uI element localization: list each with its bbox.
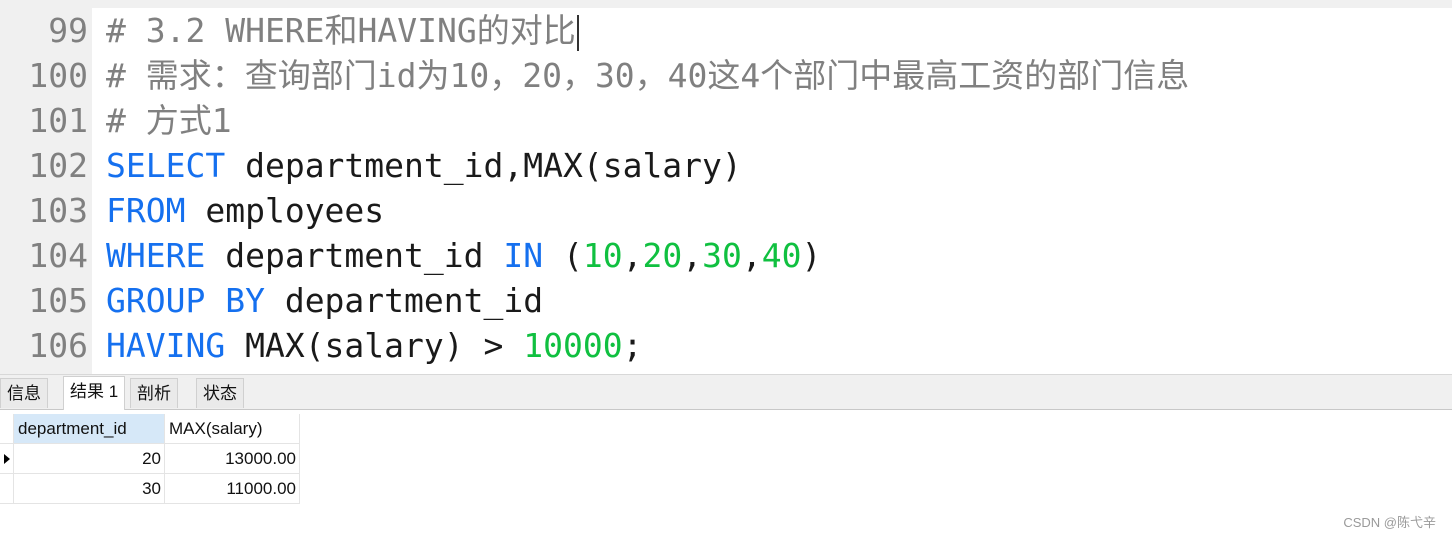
row-indicator[interactable] [0,474,14,504]
tab-profile[interactable]: 剖析 [130,378,178,408]
sql-comment: # 3.2 WHERE和HAVING的对比 [106,11,576,50]
code-text[interactable]: WHERE department_id IN (10,20,30,40) [106,233,821,278]
code-text[interactable]: # 3.2 WHERE和HAVING的对比 [106,8,579,53]
sql-keyword: HAVING [106,326,226,365]
sql-number: 10000 [523,326,623,365]
sql-text: department_id [205,236,504,275]
code-line[interactable]: 104 WHERE department_id IN (10,20,30,40) [0,233,1452,278]
line-number: 102 [28,146,88,185]
code-line[interactable]: 105 GROUP BY department_id [0,278,1452,323]
sql-keyword: GROUP BY [106,281,265,320]
sql-comment: # 方式1 [106,101,232,140]
tab-result-1[interactable]: 结果 1 [63,376,126,410]
code-text[interactable]: # 需求：查询部门id为10，20，30，40这4个部门中最高工资的部门信息 [106,53,1189,98]
sql-text: ( [543,236,583,275]
code-text[interactable]: HAVING MAX(salary) > 10000; [106,323,642,368]
sql-text: employees [185,191,385,230]
line-number: 100 [28,56,88,95]
sql-number: 40 [761,236,802,275]
line-number: 106 [28,326,88,365]
line-number: 99 [48,11,88,50]
sql-number: 10 [582,236,623,275]
code-line[interactable]: 103 FROM employees [0,188,1452,233]
sql-number: 30 [702,236,742,275]
tab-status[interactable]: 状态 [196,378,244,408]
sql-comment: # 需求：查询部门id为10，20，30，40这4个部门中最高工资的部门信息 [106,56,1190,95]
column-header-max-salary[interactable]: MAX(salary) [165,414,300,444]
cell-department-id[interactable]: 30 [14,474,165,504]
code-text[interactable]: FROM employees [106,188,384,233]
table-row[interactable]: 20 13000.00 [0,444,300,474]
sql-text: MAX(salary) > [225,326,524,365]
code-text[interactable]: SELECT department_id,MAX(salary) [106,143,742,188]
sql-text: ; [622,326,643,365]
sql-text: , [622,236,643,275]
line-number: 103 [28,191,88,230]
sql-keyword: FROM [106,191,186,230]
cell-department-id[interactable]: 20 [14,444,165,474]
editor-top-strip [0,0,1452,8]
grid-header-row: department_id MAX(salary) [0,414,300,444]
column-header-department-id[interactable]: department_id [14,414,165,444]
code-line[interactable]: 100 # 需求：查询部门id为10，20，30，40这4个部门中最高工资的部门信… [0,53,1452,98]
sql-text: department_id,MAX(salary) [225,146,742,185]
sql-text: department_id [264,281,544,320]
code-text[interactable]: # 方式1 [106,98,232,143]
code-line[interactable]: 102 SELECT department_id,MAX(salary) [0,143,1452,188]
sql-text: ) [801,236,822,275]
current-row-arrow-icon [4,454,10,464]
tab-info[interactable]: 信息 [0,378,48,408]
cell-max-salary[interactable]: 13000.00 [165,444,300,474]
code-line[interactable]: 106 HAVING MAX(salary) > 10000; [0,323,1452,368]
line-number: 101 [28,101,88,140]
sql-keyword: IN [503,236,544,275]
sql-number: 20 [642,236,683,275]
sql-editor[interactable]: 99 # 3.2 WHERE和HAVING的对比 100 # 需求：查询部门id为10… [0,8,1452,374]
sql-text: , [741,236,762,275]
text-cursor [576,14,579,51]
table-row[interactable]: 30 11000.00 [0,474,300,504]
line-number: 104 [28,236,88,275]
cell-max-salary[interactable]: 11000.00 [165,474,300,504]
row-indicator-header [0,414,14,444]
sql-text: , [682,236,703,275]
sql-keyword: SELECT [106,146,226,185]
code-line[interactable]: 101 # 方式1 [0,98,1452,143]
code-text[interactable]: GROUP BY department_id [106,278,543,323]
code-line[interactable]: 99 # 3.2 WHERE和HAVING的对比 [0,8,1452,53]
result-tabbar: 信息 结果 1 剖析 状态 [0,374,1452,410]
watermark: CSDN @陈弋辛 [1343,515,1436,530]
line-number: 105 [28,281,88,320]
sql-keyword: WHERE [106,236,206,275]
row-indicator[interactable] [0,444,14,474]
